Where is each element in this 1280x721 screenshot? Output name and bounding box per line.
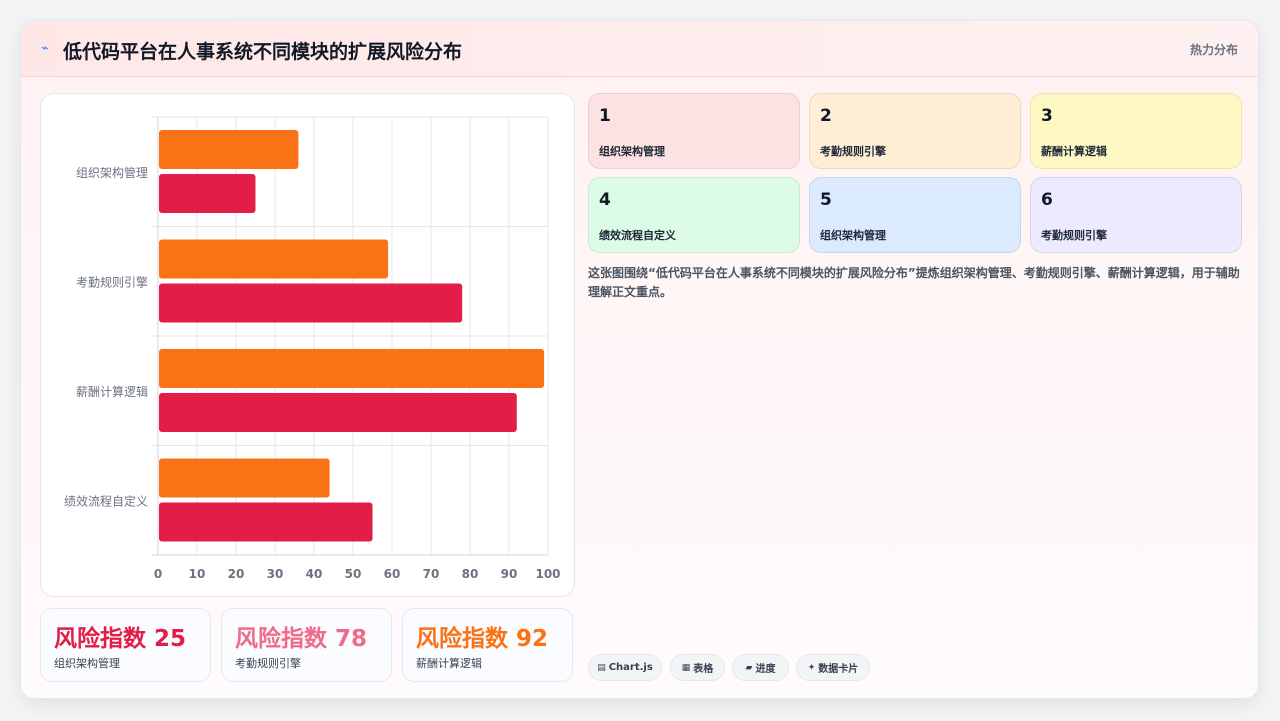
y-category-label: 薪酬计算逻辑 (76, 384, 148, 399)
card-header: ⌁ 低代码平台在人事系统不同模块的扩展风险分布 热力分布 (21, 21, 1258, 77)
module-tile-5[interactable]: 5 组织架构管理 (809, 177, 1021, 253)
pill-data-card[interactable]: ✦ 数据卡片 (796, 654, 870, 681)
metric-label: 组织架构管理 (54, 657, 120, 670)
tile-number: 5 (820, 190, 832, 210)
pill-label: 表格 (693, 664, 714, 675)
metric-value: 风险指数 25 (54, 626, 187, 652)
tile-number: 6 (1041, 190, 1053, 210)
bar (159, 502, 373, 542)
module-tile-6[interactable]: 6 考勤规则引擎 (1030, 177, 1242, 253)
bar-chart-panel: 0 10 20 30 40 50 60 70 80 90 100 组织架构管理 考勤规则引擎 薪酬计算逻辑… (40, 93, 575, 597)
module-tile-4[interactable]: 4 绩效流程自定义 (588, 177, 800, 253)
bar (159, 174, 256, 213)
chart-line-icon: ⌁ (41, 41, 49, 56)
x-tick-label: 30 (267, 567, 284, 581)
pill-table[interactable]: ▦ 表格 (670, 654, 725, 681)
x-tick-label: 70 (423, 567, 440, 581)
page-title: 低代码平台在人事系统不同模块的扩展风险分布 (63, 41, 463, 63)
tile-number: 1 (599, 106, 611, 126)
bar (159, 349, 545, 388)
tile-number: 4 (599, 190, 611, 210)
table-icon: ▦ (681, 662, 691, 673)
chart-description: 这张图围绕“低代码平台在人事系统不同模块的扩展风险分布”提炼组织架构管理、考勤规… (588, 266, 1240, 299)
progress-icon: ▰ (745, 662, 753, 673)
sparkle-icon: ✦ (807, 662, 816, 673)
pill-label: 数据卡片 (818, 664, 859, 675)
tile-label: 绩效流程自定义 (599, 229, 676, 242)
bar-chart: 0 10 20 30 40 50 60 70 80 90 100 组织架构管理考勤规则引擎薪酬计算逻辑… (64, 116, 561, 581)
metric-label: 薪酬计算逻辑 (416, 657, 482, 670)
tile-number: 2 (820, 106, 832, 126)
x-tick-label: 90 (501, 567, 518, 581)
tile-number: 3 (1041, 106, 1053, 126)
pill-label: Chart.js (608, 662, 653, 673)
y-category-label: 组织架构管理 (76, 165, 148, 180)
tile-label: 考勤规则引擎 (1041, 229, 1107, 242)
metric-card-3: 风险指数 92 薪酬计算逻辑 (402, 608, 573, 682)
heatmap-badge[interactable]: 热力分布 (1190, 41, 1238, 58)
x-tick-label: 10 (189, 567, 206, 581)
bar (159, 130, 299, 169)
module-tile-3[interactable]: 3 薪酬计算逻辑 (1030, 93, 1242, 169)
report-card: ⌁ 低代码平台在人事系统不同模块的扩展风险分布 热力分布 0 10 20 30 40 50… (20, 20, 1259, 699)
x-tick-label: 0 (154, 567, 162, 581)
x-tick-label: 20 (228, 567, 245, 581)
chart-icon: ▤ (597, 662, 606, 673)
x-tick-label: 60 (384, 567, 401, 581)
pill-progress[interactable]: ▰ 进度 (732, 654, 789, 681)
bar (159, 283, 463, 323)
pill-chartjs[interactable]: ▤ Chart.js (588, 654, 662, 681)
y-category-label: 绩效流程自定义 (64, 493, 148, 508)
metric-value: 风险指数 92 (416, 626, 549, 652)
module-tile-1[interactable]: 1 组织架构管理 (588, 93, 800, 169)
bar (159, 393, 517, 432)
metric-value: 风险指数 78 (235, 626, 368, 652)
bar (159, 458, 330, 498)
tile-label: 组织架构管理 (599, 145, 665, 158)
bar (159, 239, 389, 279)
x-tick-label: 100 (535, 567, 560, 581)
x-tick-label: 50 (345, 567, 362, 581)
tile-label: 组织架构管理 (820, 229, 886, 242)
tile-label: 考勤规则引擎 (820, 145, 886, 158)
x-tick-label: 80 (462, 567, 479, 581)
y-category-label: 考勤规则引擎 (76, 274, 148, 289)
metric-card-2: 风险指数 78 考勤规则引擎 (221, 608, 392, 682)
metric-label: 考勤规则引擎 (235, 657, 301, 670)
x-tick-label: 40 (306, 567, 323, 581)
metric-card-1: 风险指数 25 组织架构管理 (40, 608, 211, 682)
module-tile-2[interactable]: 2 考勤规则引擎 (809, 93, 1021, 169)
pill-label: 进度 (755, 664, 776, 675)
tile-label: 薪酬计算逻辑 (1041, 145, 1107, 158)
